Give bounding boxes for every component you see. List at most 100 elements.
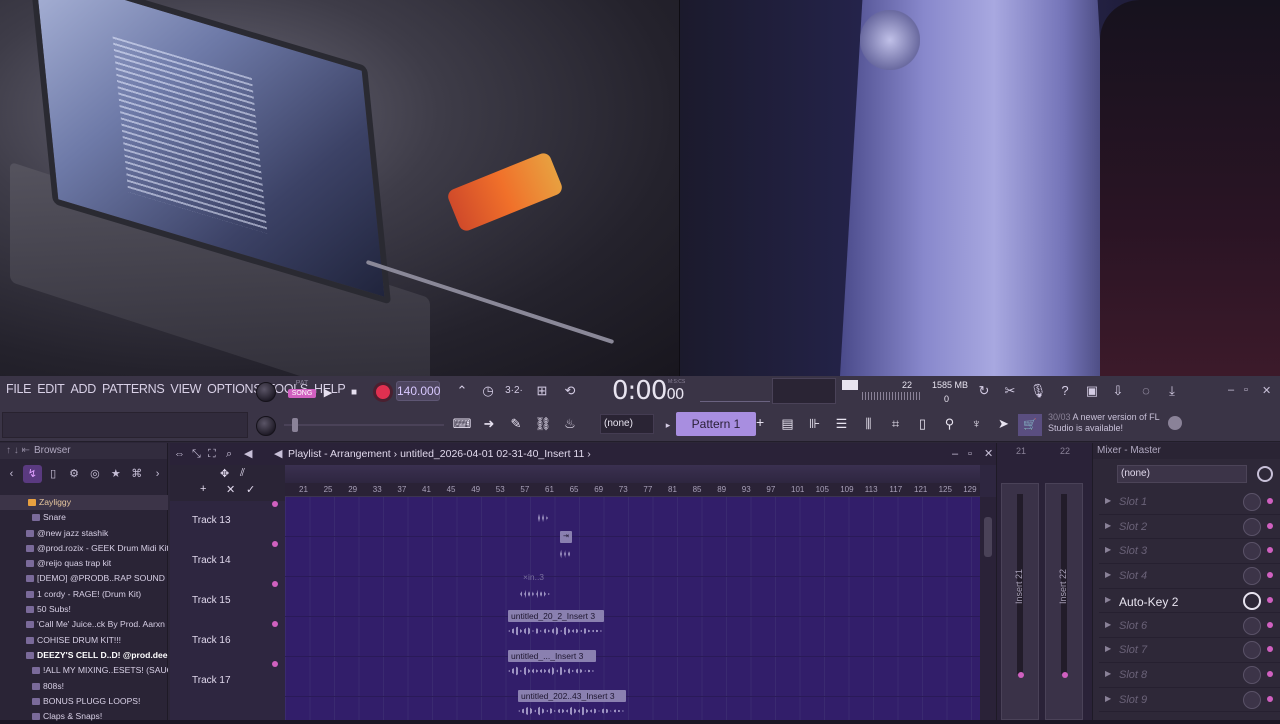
slot-arrow-icon[interactable]: ▶ <box>1105 669 1111 678</box>
list-item[interactable]: Zayliggy <box>0 495 168 511</box>
download-icon[interactable]: ⤓ <box>1162 381 1182 401</box>
slot-mix-knob[interactable] <box>1243 567 1261 586</box>
slot-mix-knob[interactable] <box>1243 616 1261 635</box>
bar-ruler[interactable]: 21 25 29 33 37 41 45 49 53 57 61 65 69 73 77 81 85 89 93 97… <box>285 483 980 497</box>
scrollbar-thumb[interactable] <box>984 517 992 557</box>
playlist-menu-icon[interactable]: ◀ <box>274 443 282 465</box>
list-item[interactable]: 1 cordy - RAGE! (Drum Kit) <box>0 587 168 602</box>
pencil-icon[interactable]: ✎ <box>504 413 528 435</box>
snap-select[interactable]: (none) <box>600 414 654 434</box>
slot-enable-led[interactable] <box>1267 498 1273 504</box>
step-sequencer-icon[interactable]: ⊪ <box>803 413 826 435</box>
pat-song-toggle[interactable]: PAT SONG <box>288 380 316 406</box>
cut-icon[interactable]: ✂ <box>1000 381 1020 401</box>
track-led[interactable] <box>272 501 278 507</box>
favorites-icon[interactable]: ★ <box>106 465 125 483</box>
mixer-slot[interactable]: ▶ Auto-Key 2 <box>1099 589 1280 614</box>
menu-patterns[interactable]: PATTERNS <box>102 382 165 396</box>
maximize-icon[interactable]: ▫ <box>1244 384 1248 396</box>
slot-mix-knob[interactable] <box>1243 591 1261 610</box>
browser-forward-icon[interactable]: › <box>148 465 167 483</box>
mixer-slot[interactable]: ▶ Slot 7 <box>1099 638 1280 663</box>
slot-arrow-icon[interactable]: ▶ <box>1105 545 1111 554</box>
slot-enable-led[interactable] <box>1267 596 1273 603</box>
song-overview[interactable] <box>285 465 980 483</box>
link-icon[interactable]: ⛓ <box>531 413 555 435</box>
stop-icon[interactable]: ■ <box>348 384 360 400</box>
playlist-minimize-icon[interactable]: – <box>952 443 958 465</box>
slot-arrow-icon[interactable]: ▶ <box>1105 496 1111 505</box>
audio-clip[interactable]: untitled_202..43_Insert 3 <box>518 690 626 702</box>
channel-rack-icon[interactable]: ☰ <box>830 413 853 435</box>
speaker-icon[interactable]: ◀ <box>244 443 252 465</box>
pointer-icon[interactable]: ⤡ <box>192 443 201 465</box>
plugin-icon[interactable]: ⚲ <box>938 413 961 435</box>
latency-clock-icon[interactable] <box>1257 466 1273 482</box>
track-header[interactable]: Track 15 <box>190 581 282 621</box>
render-icon[interactable]: ⇩ <box>1108 381 1128 401</box>
slot-arrow-icon[interactable]: ▶ <box>1105 595 1111 604</box>
slot-arrow-icon[interactable]: ▶ <box>1105 694 1111 703</box>
audio-clip[interactable]: untitled_20_2_Insert 3 <box>508 610 604 622</box>
piano-roll-icon[interactable]: ⌨ <box>450 413 474 435</box>
ghost-clip[interactable]: ×in..3 <box>520 571 550 583</box>
track-header[interactable]: Track 14 <box>190 541 282 581</box>
arrow-right-icon[interactable]: ➜ <box>477 413 501 435</box>
slot-arrow-icon[interactable]: ▶ <box>1105 521 1111 530</box>
menu-edit[interactable]: EDIT <box>37 382 65 396</box>
packs-icon[interactable]: ⌘ <box>127 465 146 483</box>
news-panel[interactable]: 30/03 A newer version of FL Studio is av… <box>1048 412 1178 434</box>
stamp-icon[interactable]: ♨ <box>558 413 582 435</box>
help-icon[interactable]: ? <box>1055 381 1075 401</box>
mixer-slot[interactable]: ▶ Slot 4 <box>1099 564 1280 589</box>
slot-enable-led[interactable] <box>1267 547 1273 554</box>
list-item[interactable]: 50 Subs! <box>0 602 168 617</box>
slot-enable-led[interactable] <box>1267 695 1273 702</box>
insert-led[interactable] <box>1062 672 1068 678</box>
list-item[interactable]: 808s! <box>0 679 168 694</box>
track-led[interactable] <box>272 541 278 547</box>
split-icon[interactable]: ⫽ <box>240 467 245 480</box>
list-item[interactable]: @prod.rozix - GEEK Drum Midi Kit <box>0 541 168 556</box>
web-filter-icon[interactable]: ◎ <box>86 465 105 483</box>
tuner-icon[interactable]: ♆ <box>965 413 988 435</box>
insert-led[interactable] <box>1018 672 1024 678</box>
cart-icon[interactable]: 🛒 <box>1018 414 1042 436</box>
slot-mix-knob[interactable] <box>1243 690 1261 709</box>
slot-mix-knob[interactable] <box>1243 493 1261 511</box>
mixer-slot[interactable]: ▶ Slot 1 <box>1099 490 1280 515</box>
track-led[interactable] <box>272 661 278 667</box>
menu-add[interactable]: ADD <box>70 382 96 396</box>
track-header[interactable]: Track 13 <box>190 501 282 541</box>
close-icon[interactable]: ✕ <box>1262 384 1271 397</box>
list-item[interactable]: @reijo quas trap kit <box>0 556 168 571</box>
preset-select[interactable]: (none) <box>1117 465 1247 483</box>
mixer-insert[interactable]: 21 Insert 21 <box>1001 446 1039 720</box>
mixer-slot[interactable]: ▶ Slot 8 <box>1099 663 1280 688</box>
add-track-icon[interactable]: + <box>200 483 206 495</box>
browser-back-icon[interactable]: ‹ <box>2 465 21 483</box>
menu-file[interactable]: FILE <box>6 382 32 396</box>
slot-mix-knob[interactable] <box>1243 517 1261 536</box>
browser-nav-arrows-icon[interactable]: ↑ ↓ ⇤ <box>6 445 30 456</box>
slot-arrow-icon[interactable]: ▶ <box>1105 620 1111 629</box>
routing-icon[interactable]: ⌗ <box>884 413 907 435</box>
list-item[interactable]: Snare <box>0 510 168 525</box>
microphone-icon[interactable]: 🎙 <box>1028 381 1048 401</box>
file-icon[interactable]: ▯ <box>911 413 934 435</box>
all-filter-icon[interactable]: ↯ <box>22 465 42 483</box>
list-item[interactable]: BONUS PLUGG LOOPS! <box>0 694 168 709</box>
mixer-icon[interactable]: ⫼ <box>857 413 880 435</box>
audio-clip[interactable]: ⇥ <box>560 531 572 543</box>
mixer-slot[interactable]: ▶ Slot 2 <box>1099 515 1280 540</box>
metronome-icon[interactable]: ⌃ <box>452 381 472 401</box>
zoom-icon[interactable]: ⌕ <box>226 443 232 465</box>
countdown-icon[interactable]: 3·2· <box>504 381 524 401</box>
brush-icon[interactable]: ✓ <box>246 483 255 496</box>
record-button[interactable] <box>376 385 390 399</box>
playlist-close-icon[interactable]: ✕ <box>984 443 993 465</box>
mixer-insert[interactable]: 22 Insert 22 <box>1045 446 1083 720</box>
audio-clip[interactable]: untitled_..._Insert 3 <box>508 650 596 662</box>
tempo-display[interactable]: 140.000 <box>396 381 440 401</box>
slot-mix-knob[interactable] <box>1243 665 1261 684</box>
